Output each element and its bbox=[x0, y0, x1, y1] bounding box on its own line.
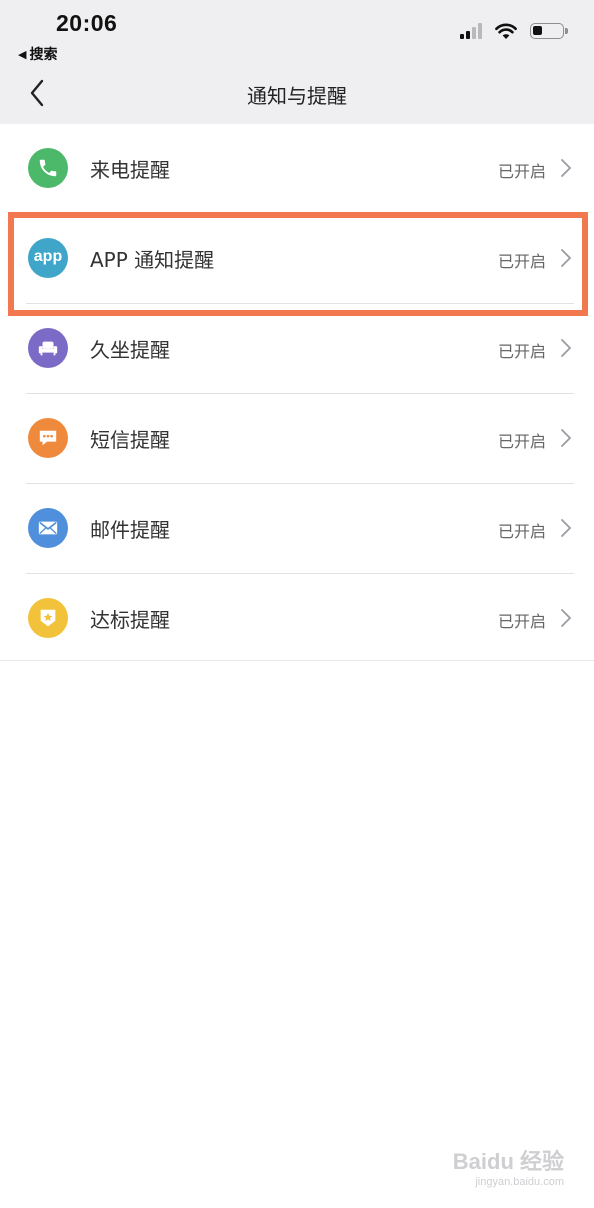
battery-icon bbox=[530, 23, 568, 39]
app-icon-text: app bbox=[33, 247, 63, 265]
app-icon: app bbox=[28, 238, 68, 278]
chevron-right-icon bbox=[561, 159, 571, 177]
list-item-sms-reminder[interactable]: 短信提醒 已开启 bbox=[26, 394, 574, 484]
item-status: 已开启 bbox=[497, 522, 546, 541]
watermark-logo: Baidu 经验 bbox=[452, 1149, 564, 1174]
item-label: 来电提醒 bbox=[90, 158, 170, 182]
settings-list: 来电提醒 已开启 app APP 通知提醒 已开启 久坐提醒 已开启 短信提醒 … bbox=[0, 124, 594, 663]
list-item-goal-reminder[interactable]: 达标提醒 已开启 bbox=[26, 574, 574, 663]
watermark-url: jingyan.baidu.com bbox=[475, 1176, 564, 1188]
mail-icon bbox=[28, 508, 68, 548]
item-label: 达标提醒 bbox=[90, 608, 170, 632]
back-arrow-icon: ◀ bbox=[18, 47, 27, 61]
status-time: 20:06 bbox=[56, 10, 118, 36]
signal-icon bbox=[460, 23, 482, 39]
list-item-app-notification[interactable]: app APP 通知提醒 已开启 bbox=[26, 214, 574, 304]
badge-star-icon bbox=[28, 598, 68, 638]
chevron-right-icon bbox=[561, 339, 571, 357]
item-label: 久坐提醒 bbox=[90, 338, 170, 362]
item-label: 短信提醒 bbox=[90, 428, 170, 452]
item-label: APP 通知提醒 bbox=[90, 248, 215, 272]
phone-icon bbox=[28, 148, 68, 188]
back-app-label: 搜索 bbox=[29, 47, 58, 63]
chevron-right-icon bbox=[561, 429, 571, 447]
item-status: 已开启 bbox=[497, 162, 546, 181]
status-icons bbox=[460, 22, 568, 40]
item-status: 已开启 bbox=[497, 342, 546, 361]
chevron-right-icon bbox=[561, 609, 571, 627]
list-item-call-reminder[interactable]: 来电提醒 已开启 bbox=[26, 124, 574, 214]
message-icon bbox=[28, 418, 68, 458]
watermark: Baidu 经验 jingyan.baidu.com bbox=[453, 1144, 564, 1188]
item-status: 已开启 bbox=[497, 252, 546, 271]
list-divider bbox=[0, 660, 594, 661]
list-item-sedentary-reminder[interactable]: 久坐提醒 已开启 bbox=[26, 304, 574, 394]
chevron-right-icon bbox=[561, 249, 571, 267]
item-label: 邮件提醒 bbox=[90, 518, 170, 542]
page-title: 通知与提醒 bbox=[247, 84, 347, 108]
item-status: 已开启 bbox=[497, 612, 546, 631]
list-item-mail-reminder[interactable]: 邮件提醒 已开启 bbox=[26, 484, 574, 574]
wifi-icon bbox=[494, 22, 518, 40]
sofa-icon bbox=[28, 328, 68, 368]
back-to-app-link[interactable]: ◀ 搜索 bbox=[18, 44, 57, 64]
top-bar: 20:06 ◀ 搜索 通知与提醒 bbox=[0, 0, 594, 124]
screen: 20:06 ◀ 搜索 通知与提醒 来电提醒 已开启 app APP 通知提醒 已… bbox=[0, 0, 594, 1208]
item-status: 已开启 bbox=[497, 432, 546, 451]
chevron-right-icon bbox=[561, 519, 571, 537]
